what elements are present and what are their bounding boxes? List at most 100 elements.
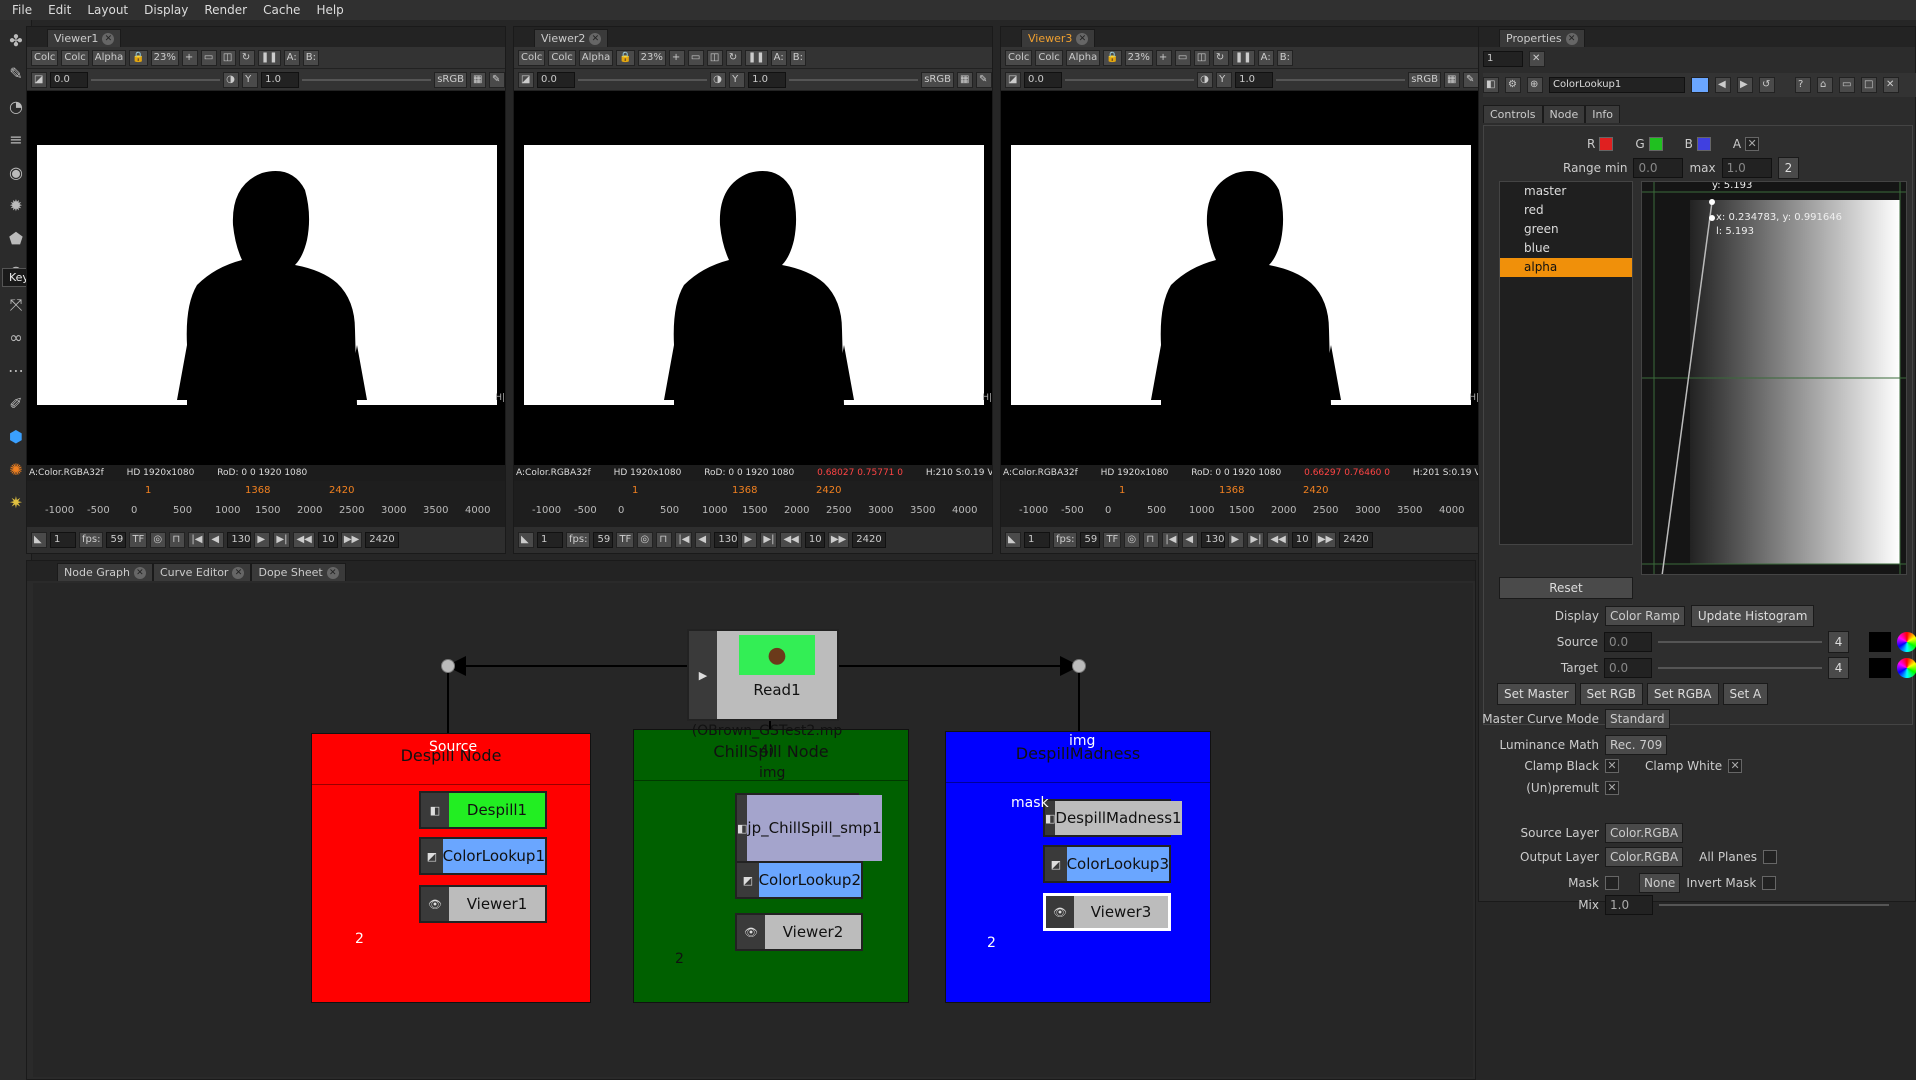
master-mode-dropdown[interactable]: Standard <box>1605 709 1670 729</box>
tf-icon[interactable]: TF <box>1103 532 1122 548</box>
end-frame-field[interactable]: 2420 <box>365 532 400 548</box>
menu-cache[interactable]: Cache <box>255 3 308 17</box>
channel-b-checkbox[interactable] <box>1696 137 1711 151</box>
settings-icon[interactable]: ⚙ <box>1505 77 1521 93</box>
picker-icon[interactable]: ✎ <box>976 71 992 88</box>
mask-checkbox[interactable] <box>1605 876 1619 890</box>
range-n-button[interactable]: 2 <box>1777 157 1800 179</box>
proxy-icon[interactable]: ◫ <box>219 49 236 66</box>
inc-field[interactable]: 10 <box>804 532 825 548</box>
lock-range-icon[interactable]: ⊓ <box>1143 532 1160 548</box>
tab-properties[interactable]: Properties ✕ <box>1499 29 1585 47</box>
close-icon[interactable]: ✕ <box>589 32 602 45</box>
first-frame-icon[interactable]: ◣ <box>518 532 534 548</box>
pause-icon[interactable]: ❚❚ <box>1231 49 1255 66</box>
input-b-dropdown[interactable]: B: <box>789 49 806 66</box>
next-key-icon[interactable]: ▶| <box>1247 532 1265 548</box>
channel-dropdown[interactable]: Alpha <box>578 49 614 66</box>
step-field[interactable]: 130 <box>227 532 252 548</box>
transform-tool-icon[interactable]: ⤧ <box>5 294 27 316</box>
zoom-plus-icon[interactable]: + <box>181 49 198 66</box>
node-graph-canvas[interactable]: Despill Node ◧ Despill1 ◩ ColorLookup1 👁 Viewe… <box>33 583 1473 1077</box>
bounce-icon[interactable]: ◎ <box>637 532 654 548</box>
gamma-icon[interactable]: ◑ <box>710 71 727 88</box>
gamma-y-icon[interactable]: Y <box>729 71 746 88</box>
gamma-slider[interactable] <box>789 78 919 81</box>
filter-tool-icon[interactable]: ✹ <box>5 195 27 217</box>
set-button-set-a[interactable]: Set A <box>1722 683 1769 705</box>
fps-field[interactable]: 59 <box>1080 532 1101 548</box>
timeline[interactable]: 1 1368 2420 -1000 -500 0 500 1000 1500 2000 250… <box>514 481 992 527</box>
gamma-slider[interactable] <box>302 78 432 81</box>
zoom-field[interactable]: 23% <box>637 49 666 66</box>
input-a-dropdown[interactable]: Colc <box>1035 49 1063 66</box>
target-color-wheel-icon[interactable] <box>1897 658 1916 678</box>
luminance-dropdown[interactable]: Rec. 709 <box>1605 735 1668 755</box>
play-back-icon[interactable]: ◀ <box>1182 532 1199 548</box>
target-n-button[interactable]: 4 <box>1827 657 1850 679</box>
tab-viewer3[interactable]: Viewer3 ✕ <box>1021 29 1096 47</box>
end-frame-field[interactable]: 2420 <box>852 532 887 548</box>
lock-icon[interactable]: 🔒 <box>616 49 635 66</box>
dot-node[interactable] <box>441 659 455 673</box>
pause-icon[interactable]: ❚❚ <box>257 49 281 66</box>
prev-inc-icon[interactable]: ◀◀ <box>780 532 802 548</box>
menu-display[interactable]: Display <box>136 3 196 17</box>
close-icon[interactable]: ✕ <box>1565 32 1578 45</box>
other-tool-icon[interactable]: ⋯ <box>5 360 27 382</box>
close-icon[interactable]: ✕ <box>1076 32 1089 45</box>
plugin-gear-icon[interactable]: ✺ <box>5 459 27 481</box>
menu-help[interactable]: Help <box>308 3 351 17</box>
lock-icon[interactable]: 🔒 <box>129 49 148 66</box>
float-icon[interactable]: ▭ <box>1839 77 1855 93</box>
curve-item-green[interactable]: green <box>1500 220 1632 239</box>
roi-icon[interactable]: ▭ <box>687 49 704 66</box>
gain-icon[interactable]: ◪ <box>518 71 534 88</box>
bounce-icon[interactable]: ◎ <box>1124 532 1141 548</box>
prev-inc-icon[interactable]: ◀◀ <box>1267 532 1289 548</box>
dot-node[interactable] <box>1072 659 1086 673</box>
close-icon[interactable]: ✕ <box>133 566 146 579</box>
source-layer-dropdown[interactable]: Color.RGBA <box>1605 823 1684 843</box>
range-max-field[interactable]: 1.0 <box>1721 158 1772 178</box>
timeline-current-marker[interactable]: 1368 <box>245 485 270 496</box>
plugin-star-icon[interactable]: ✷ <box>5 492 27 514</box>
zoom-field[interactable]: 23% <box>150 49 179 66</box>
frame-field[interactable]: 1 <box>537 532 563 548</box>
output-layer-dropdown[interactable]: Color.RGBA <box>1605 847 1684 867</box>
tab-curve-editor[interactable]: Curve Editor ✕ <box>152 563 252 581</box>
input-b-dropdown[interactable]: B: <box>302 49 319 66</box>
tab-node-graph[interactable]: Node Graph ✕ <box>57 563 153 581</box>
source-n-button[interactable]: 4 <box>1827 631 1850 653</box>
set-button-set-rgb[interactable]: Set RGB <box>1579 683 1643 705</box>
all-planes-checkbox[interactable] <box>1762 850 1777 864</box>
subtab-controls[interactable]: Controls <box>1483 105 1543 123</box>
channel-a-checkbox[interactable]: ✕ <box>1745 137 1760 151</box>
gain-icon[interactable]: ◪ <box>31 71 47 88</box>
help-icon[interactable]: ? <box>1795 77 1811 93</box>
target-slider[interactable] <box>1657 667 1822 669</box>
play-back-icon[interactable]: ◀ <box>695 532 712 548</box>
play-back-icon[interactable]: ◀ <box>208 532 225 548</box>
lock-range-icon[interactable]: ⊓ <box>169 532 186 548</box>
channel-dropdown[interactable]: Alpha <box>1065 49 1101 66</box>
next-inc-icon[interactable]: ▶▶ <box>1314 532 1337 548</box>
layer-dropdown[interactable]: Colc <box>1005 49 1033 66</box>
timeline[interactable]: 1 1368 2420 -1000 -500 0 500 1000 1500 2000 250… <box>1001 481 1479 527</box>
paint-tool-icon[interactable]: ✎ <box>5 63 27 85</box>
curve-item-master[interactable]: master <box>1500 182 1632 201</box>
pause-icon[interactable]: ❚❚ <box>744 49 768 66</box>
node-name-field[interactable]: ColorLookup1 <box>1549 77 1685 93</box>
node-read1[interactable]: ▶ ● Read1 <box>687 629 839 721</box>
proxy-icon[interactable]: ◫ <box>706 49 723 66</box>
subtab-node[interactable]: Node <box>1542 105 1586 123</box>
tf-icon[interactable]: TF <box>616 532 635 548</box>
roi-icon[interactable]: ▭ <box>200 49 217 66</box>
play-icon[interactable]: ▶ <box>741 532 758 548</box>
menu-layout[interactable]: Layout <box>79 3 136 17</box>
colorspace-dropdown[interactable]: sRGB <box>1408 71 1441 88</box>
prev-inc-icon[interactable]: ◀◀ <box>293 532 315 548</box>
gamma-field[interactable]: 1.0 <box>1235 71 1274 88</box>
channel-r-checkbox[interactable] <box>1599 137 1614 151</box>
frame-field[interactable]: 1 <box>50 532 76 548</box>
